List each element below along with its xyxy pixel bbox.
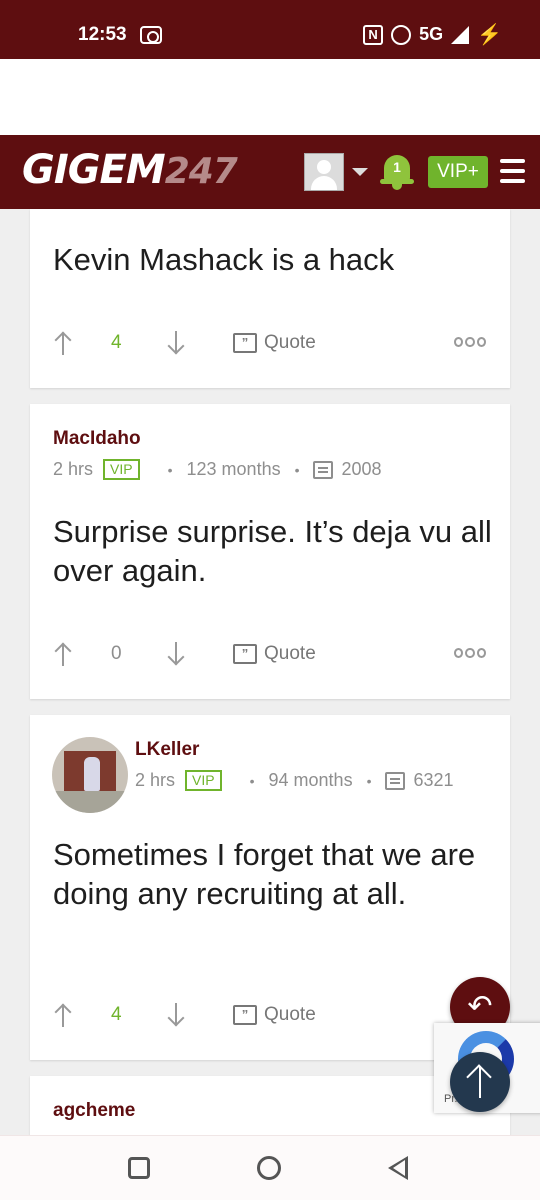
upvote-arrow-icon[interactable] xyxy=(54,1003,72,1027)
downvote-arrow-icon[interactable] xyxy=(167,331,185,355)
post-username[interactable]: agcheme xyxy=(53,1100,135,1122)
post-actions: 0 ” Quote xyxy=(30,640,510,670)
status-time: 12:53 xyxy=(78,24,127,45)
home-icon[interactable] xyxy=(257,1156,281,1180)
upvote-arrow-icon[interactable] xyxy=(54,642,72,666)
post-count: 6321 xyxy=(413,770,454,790)
post-actions: 4 ” Quote xyxy=(30,329,510,359)
site-header: GIGEM247 1 VIP+ xyxy=(0,135,540,209)
charging-icon: ⚡ xyxy=(477,24,502,46)
quote-button[interactable]: Quote xyxy=(264,643,316,665)
user-avatar[interactable] xyxy=(304,153,344,191)
vip-button[interactable]: VIP+ xyxy=(428,156,488,188)
recent-apps-icon[interactable] xyxy=(128,1157,150,1179)
system-nav-bar xyxy=(0,1135,540,1200)
quote-button[interactable]: Quote xyxy=(264,332,316,354)
quote-icon[interactable]: ” xyxy=(233,644,257,664)
downvote-arrow-icon[interactable] xyxy=(167,1003,185,1027)
quote-icon[interactable]: ” xyxy=(233,1005,257,1025)
more-options-icon[interactable] xyxy=(454,337,486,349)
screen-record-icon xyxy=(140,26,162,44)
quote-button[interactable]: Quote xyxy=(264,1004,316,1026)
scroll-to-top-button[interactable] xyxy=(450,1052,510,1112)
vote-count: 4 xyxy=(111,332,122,353)
more-options-icon[interactable] xyxy=(454,648,486,660)
notification-count: 1 xyxy=(393,159,401,175)
post-count: 2008 xyxy=(341,459,382,479)
upvote-arrow-icon[interactable] xyxy=(54,331,72,355)
post-text: Sometimes I forget that we are doing any… xyxy=(53,837,476,911)
post-username[interactable]: MacIdaho xyxy=(53,428,141,450)
post-time: 2 hrs xyxy=(53,459,94,479)
post-card: MacIdaho 2 hrs VIP • 123 months • 2008 S… xyxy=(30,404,510,699)
vip-badge: VIP xyxy=(103,459,140,480)
post-time: 2 hrs xyxy=(135,770,176,790)
browser-toolbar-area xyxy=(0,59,540,135)
signal-icon xyxy=(451,25,470,44)
member-tenure: 123 months xyxy=(186,459,281,479)
post-meta: 2 hrs VIP • 94 months • 6321 xyxy=(135,770,454,791)
post-meta: 2 hrs VIP • 123 months • 2008 xyxy=(53,459,382,480)
downvote-arrow-icon[interactable] xyxy=(167,642,185,666)
post-card: LKeller 2 hrs VIP • 94 months • 6321 Som… xyxy=(30,715,510,1060)
status-icons: N 5G ⚡ xyxy=(363,22,502,47)
status-bar: 12:53 N 5G ⚡ xyxy=(0,0,540,59)
member-tenure: 94 months xyxy=(268,770,353,790)
vote-count: 4 xyxy=(111,1004,122,1025)
vote-count: 0 xyxy=(111,643,122,664)
network-type: 5G xyxy=(419,24,444,44)
message-icon xyxy=(385,771,406,790)
site-logo[interactable]: GIGEM247 xyxy=(22,147,238,193)
back-icon[interactable] xyxy=(388,1156,408,1180)
post-avatar[interactable] xyxy=(52,737,128,813)
post-card: Kevin Mashack is a hack 4 ” Quote xyxy=(30,209,510,388)
alarm-icon xyxy=(391,24,412,45)
notification-bell-icon[interactable]: 1 xyxy=(380,153,414,191)
chevron-down-icon[interactable] xyxy=(352,168,368,176)
hamburger-menu-icon[interactable] xyxy=(500,159,525,183)
post-username[interactable]: LKeller xyxy=(135,739,199,761)
post-text: Surprise surprise. It’s deja vu all over… xyxy=(53,514,492,588)
nfc-icon: N xyxy=(363,24,384,45)
quote-icon[interactable]: ” xyxy=(233,333,257,353)
vip-badge: VIP xyxy=(185,770,222,791)
post-text: Kevin Mashack is a hack xyxy=(53,242,395,277)
message-icon xyxy=(313,460,334,479)
